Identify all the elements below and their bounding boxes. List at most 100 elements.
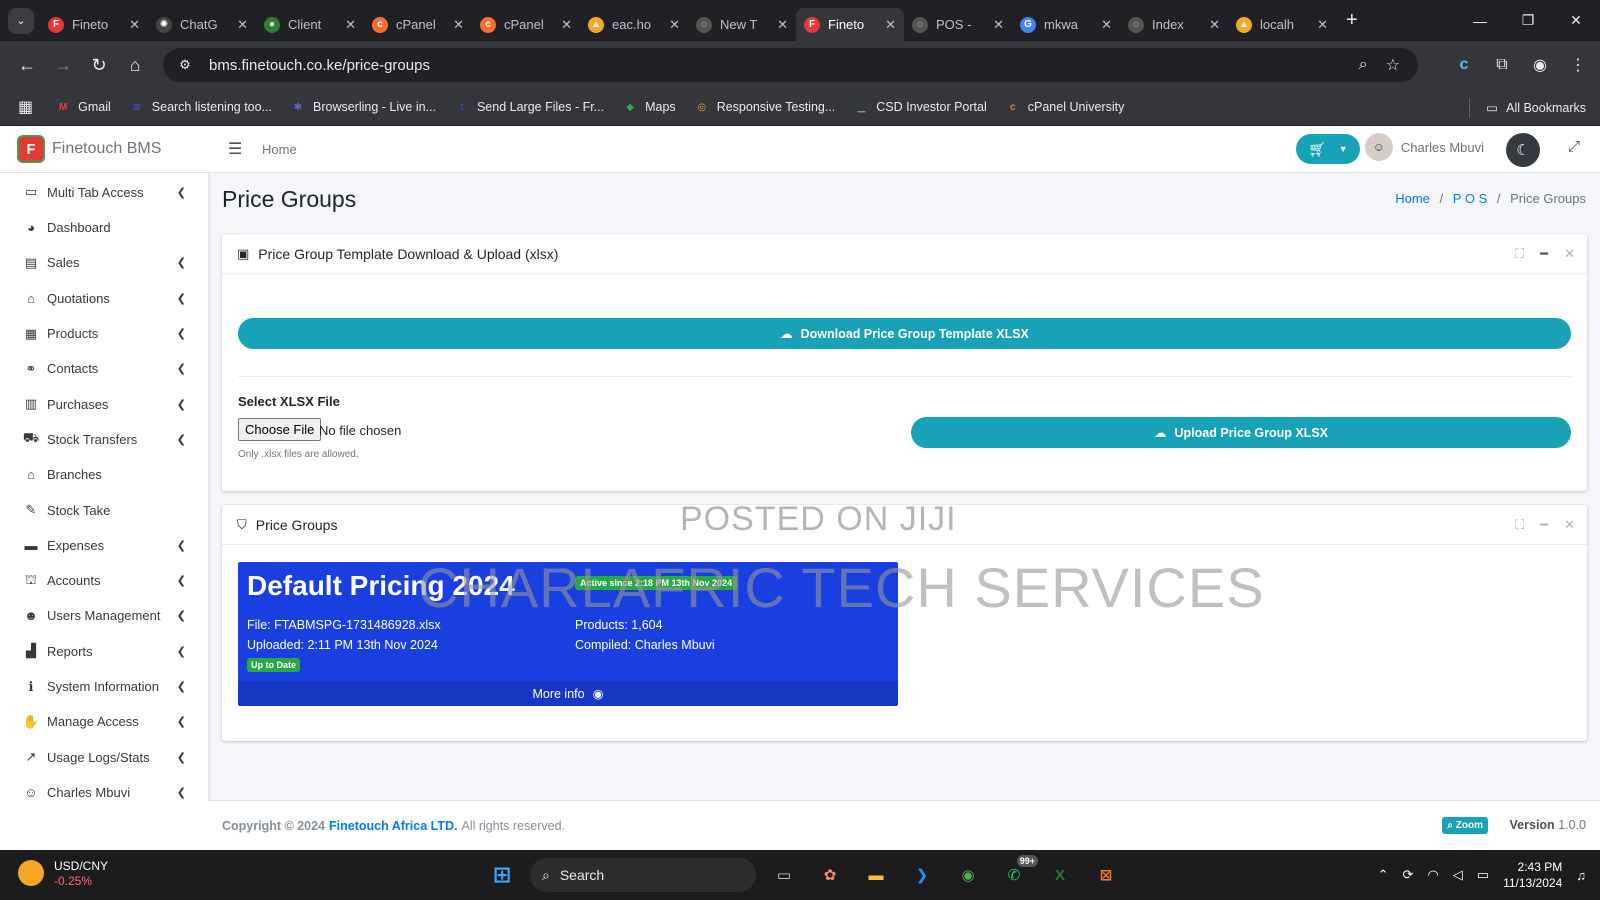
tab-close-icon[interactable]: ✕ bbox=[561, 17, 572, 33]
browser-tab[interactable]: ◌ New T ✕ bbox=[688, 8, 796, 41]
browser-tab[interactable]: F Fineto ✕ bbox=[40, 8, 148, 41]
tray-chevron-icon[interactable]: ⌃ bbox=[1378, 867, 1389, 883]
excel-icon[interactable]: X bbox=[1042, 857, 1078, 893]
sidebar-item[interactable]: ⚭ Contacts ❮ bbox=[0, 351, 208, 386]
browser-tab[interactable]: c cPanel ✕ bbox=[364, 8, 472, 41]
extension-icon[interactable]: c bbox=[1452, 53, 1476, 77]
menu-kebab-icon[interactable]: ⋮ bbox=[1566, 53, 1590, 77]
browser-tab[interactable]: ◌ POS - ✕ bbox=[904, 8, 1012, 41]
browser-tab[interactable]: ◌ Index ✕ bbox=[1120, 8, 1228, 41]
bookmark-item[interactable]: c cPanel University bbox=[1005, 99, 1124, 115]
browser-tab[interactable]: ▲ localh ✕ bbox=[1228, 8, 1336, 41]
bookmark-item[interactable]: ✱ Browserling - Live in... bbox=[290, 99, 436, 115]
sidebar-item[interactable]: ⌂ Branches bbox=[0, 457, 208, 492]
sidebar-item[interactable]: ◕ Dashboard bbox=[0, 210, 208, 245]
battery-icon[interactable]: ▭ bbox=[1477, 867, 1489, 883]
maximize-card-icon[interactable]: ⛶ bbox=[1515, 517, 1524, 533]
bookmark-item[interactable]: ▁ CSD Investor Portal bbox=[853, 99, 986, 115]
new-tab-button[interactable]: + bbox=[1346, 9, 1358, 32]
dark-mode-toggle-icon[interactable]: ☾ bbox=[1506, 133, 1540, 167]
apps-grid-icon[interactable]: ▦ bbox=[18, 97, 33, 117]
chrome-icon[interactable]: ◉ bbox=[950, 857, 986, 893]
hamburger-menu-icon[interactable]: ☰ bbox=[228, 139, 246, 159]
cart-dropdown-button[interactable]: 🛒︎ ▼ bbox=[1296, 134, 1360, 164]
tab-close-icon[interactable]: ✕ bbox=[1317, 17, 1328, 33]
top-home-link[interactable]: Home bbox=[262, 142, 297, 157]
collapse-card-icon[interactable]: ━ bbox=[1540, 246, 1548, 262]
home-icon[interactable]: ⌂ bbox=[118, 48, 152, 82]
sidebar-item[interactable]: ▦ Products ❮ bbox=[0, 316, 208, 351]
more-info-link[interactable]: More info ◉ bbox=[238, 681, 898, 706]
fullscreen-icon[interactable]: ⤢ bbox=[1568, 138, 1580, 155]
bookmark-item[interactable]: ◎ Responsive Testing... bbox=[694, 99, 835, 115]
upload-button[interactable]: ☁ Upload Price Group XLSX bbox=[911, 417, 1571, 448]
clock[interactable]: 2:43 PM 11/13/2024 bbox=[1503, 859, 1562, 891]
tab-close-icon[interactable]: ✕ bbox=[345, 17, 356, 33]
browser-tab[interactable]: c cPanel ✕ bbox=[472, 8, 580, 41]
bookmark-item[interactable]: ◆ Maps bbox=[622, 99, 675, 115]
browser-tab[interactable]: ● Client ✕ bbox=[256, 8, 364, 41]
sidebar-item[interactable]: ✎ Stock Take bbox=[0, 492, 208, 527]
sidebar-item[interactable]: ▤ Sales ❮ bbox=[0, 245, 208, 280]
address-bar[interactable]: ⚙ bms.finetouch.co.ke/price-groups ⌕ ☆ bbox=[163, 48, 1418, 82]
profile-avatar-icon[interactable]: ◉ bbox=[1528, 53, 1552, 77]
volume-icon[interactable]: ◁ bbox=[1453, 867, 1463, 883]
all-bookmarks[interactable]: All Bookmarks bbox=[1506, 101, 1586, 115]
bookmark-star-icon[interactable]: ☆ bbox=[1386, 55, 1400, 75]
breadcrumb-home[interactable]: Home bbox=[1395, 191, 1430, 206]
sidebar-item[interactable]: ▥ Purchases ❮ bbox=[0, 386, 208, 421]
tab-close-icon[interactable]: ✕ bbox=[453, 17, 464, 33]
wifi-icon[interactable]: ◠ bbox=[1427, 867, 1438, 883]
browser-tab[interactable]: Gmkwa ✕ bbox=[1012, 8, 1120, 41]
tab-close-icon[interactable]: ✕ bbox=[237, 17, 248, 33]
extensions-puzzle-icon[interactable]: ⧉ bbox=[1490, 53, 1514, 77]
whatsapp-icon[interactable]: ✆ 99+ bbox=[996, 855, 1038, 893]
sidebar-item[interactable]: ⌂ Quotations ❮ bbox=[0, 281, 208, 316]
sidebar-item[interactable]: ☺ Charles Mbuvi ❮ bbox=[0, 775, 208, 810]
weather-widget[interactable]: USD/CNY -0.25% bbox=[18, 858, 108, 888]
sidebar-item[interactable]: ▭ Multi Tab Access ❮ bbox=[0, 174, 208, 210]
browser-tab[interactable]: ✺ ChatG ✕ bbox=[148, 8, 256, 41]
sidebar-item[interactable]: ⛫ Accounts ❮ bbox=[0, 563, 208, 598]
tab-close-icon[interactable]: ✕ bbox=[129, 17, 140, 33]
choose-file-button[interactable]: Choose File bbox=[238, 418, 322, 441]
sync-icon[interactable]: ⟳ bbox=[1403, 867, 1414, 883]
notification-bell-icon[interactable]: ♫ bbox=[1576, 868, 1586, 883]
brand[interactable]: F Finetouch BMS bbox=[0, 126, 208, 173]
remove-card-icon[interactable]: ✕ bbox=[1564, 517, 1575, 533]
download-template-button[interactable]: ☁ Download Price Group Template XLSX bbox=[238, 318, 1571, 349]
browser-tab[interactable]: ▲ eac.ho ✕ bbox=[580, 8, 688, 41]
taskbar-search[interactable]: ⌕ Search bbox=[530, 858, 756, 892]
tab-close-icon[interactable]: ✕ bbox=[1101, 17, 1112, 33]
sidebar-item[interactable]: ↗ Usage Logs/Stats ❮ bbox=[0, 739, 208, 774]
sidebar-item[interactable]: ▟ Reports ❮ bbox=[0, 634, 208, 669]
task-view-icon[interactable]: ▭ bbox=[766, 857, 802, 893]
tab-close-icon[interactable]: ✕ bbox=[669, 17, 680, 33]
tab-close-icon[interactable]: ✕ bbox=[885, 17, 896, 33]
windows-start-icon[interactable]: ⊞ bbox=[484, 857, 520, 893]
site-info-icon[interactable]: ⚙ bbox=[175, 55, 195, 75]
zoom-button[interactable]: ⌕ Zoom bbox=[1442, 817, 1488, 834]
tab-search-button[interactable]: ⌄ bbox=[8, 7, 34, 34]
minimize-icon[interactable]: — bbox=[1456, 0, 1504, 41]
browser-tab[interactable]: F Fineto ✕ bbox=[796, 8, 904, 41]
close-window-icon[interactable]: ✕ bbox=[1552, 0, 1600, 41]
sidebar-item[interactable]: ☻ Users Management ❮ bbox=[0, 598, 208, 633]
sidebar-item[interactable]: ⛟ Stock Transfers ❮ bbox=[0, 422, 208, 457]
back-icon[interactable]: ← bbox=[10, 48, 44, 82]
collapse-card-icon[interactable]: ━ bbox=[1540, 517, 1548, 533]
tab-close-icon[interactable]: ✕ bbox=[1209, 17, 1220, 33]
zoom-icon[interactable]: ⌕ bbox=[1359, 56, 1368, 74]
remove-card-icon[interactable]: ✕ bbox=[1564, 246, 1575, 262]
file-explorer-icon[interactable]: ▬ bbox=[858, 857, 894, 893]
vscode-icon[interactable]: ❯ bbox=[904, 857, 940, 893]
sidebar-item[interactable]: ℹ System Information ❮ bbox=[0, 669, 208, 704]
tab-close-icon[interactable]: ✕ bbox=[993, 17, 1004, 33]
breadcrumb-pos[interactable]: P O S bbox=[1453, 191, 1487, 206]
company-link[interactable]: Finetouch Africa LTD. bbox=[329, 819, 457, 833]
restore-icon[interactable]: ❐ bbox=[1504, 0, 1552, 41]
sidebar-item[interactable]: ✋ Manage Access ❮ bbox=[0, 704, 208, 739]
reload-icon[interactable]: ↻ bbox=[82, 48, 116, 82]
sidebar-item[interactable]: ▬ Expenses ❮ bbox=[0, 528, 208, 563]
copilot-icon[interactable]: ✿ bbox=[812, 857, 848, 893]
